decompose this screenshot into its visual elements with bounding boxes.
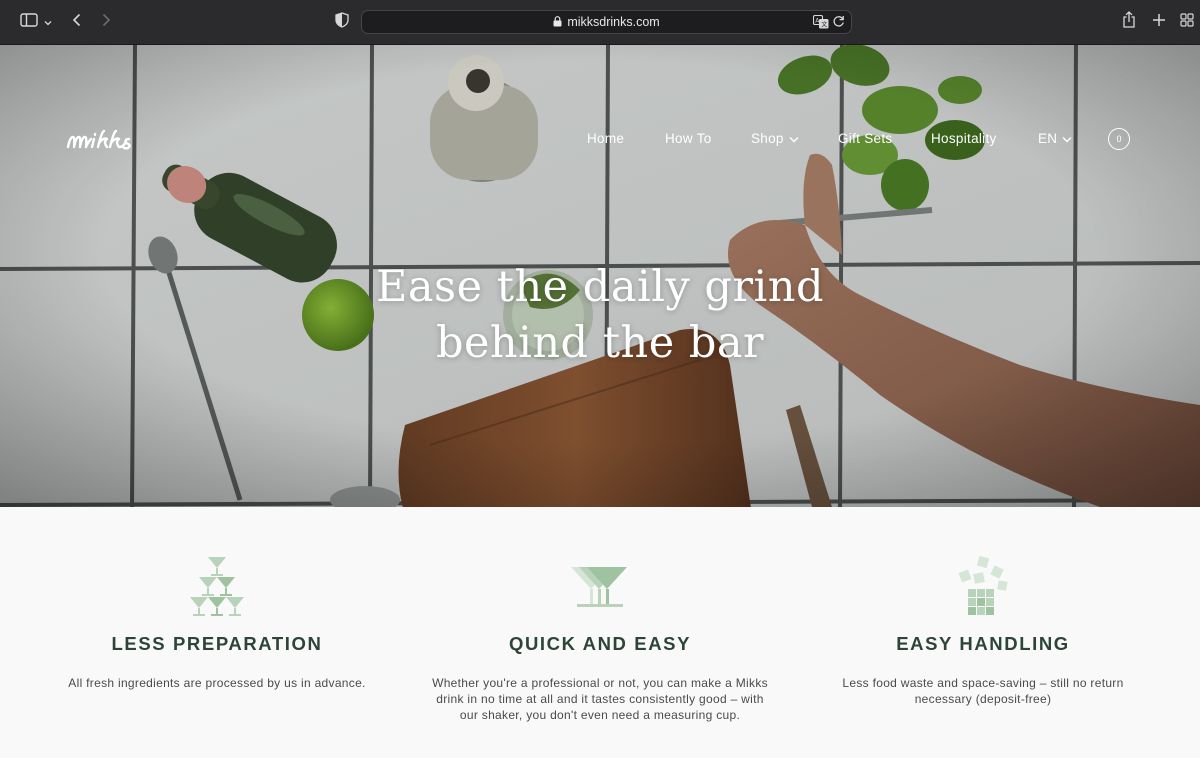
- nav-gift-sets-label: Gift Sets: [838, 131, 893, 146]
- svg-text:文: 文: [821, 21, 827, 29]
- shield-icon: [335, 11, 349, 33]
- hero-title-line-1: Ease the daily grind: [376, 262, 824, 312]
- url-text: mikksdrinks.com: [567, 15, 660, 29]
- chevron-down-icon: [789, 131, 799, 146]
- new-tab-button[interactable]: [1148, 10, 1170, 34]
- back-icon: [72, 13, 82, 32]
- tab-grid-icon: [1180, 12, 1194, 32]
- nav-how-to-label: How To: [665, 131, 712, 146]
- privacy-shield-button[interactable]: [330, 10, 354, 34]
- cart-button[interactable]: 0: [1108, 128, 1130, 150]
- language-selector[interactable]: EN: [1038, 131, 1072, 146]
- feature-title: QUICK AND EASY: [508, 633, 692, 654]
- plus-icon: [1152, 13, 1166, 32]
- address-bar[interactable]: mikksdrinks.com A文: [361, 10, 852, 34]
- translate-icon[interactable]: A文: [812, 14, 829, 34]
- tab-overview-button[interactable]: [1176, 10, 1198, 34]
- url-display: mikksdrinks.com: [362, 15, 851, 30]
- glass-pyramid-icon: [189, 555, 245, 622]
- share-button[interactable]: [1118, 10, 1140, 34]
- nav-home-label: Home: [587, 131, 625, 146]
- sidebar-icon: [20, 12, 38, 32]
- nav-gift-sets[interactable]: Gift Sets: [838, 131, 892, 146]
- chevron-down-icon: [44, 13, 52, 31]
- hero-section: Home How To Shop Gift Sets Hospitality E…: [0, 45, 1200, 507]
- feature-text: Less food waste and space-saving – still…: [842, 676, 1124, 706]
- nav-hospitality-label: Hospitality: [931, 131, 997, 146]
- hero-title-line-2: behind the bar: [435, 318, 765, 368]
- mikks-logo[interactable]: [66, 129, 146, 158]
- mikks-logo-mark: [66, 129, 131, 150]
- back-button[interactable]: [66, 10, 88, 34]
- browser-toolbar: mikksdrinks.com A文: [0, 0, 1200, 45]
- feature-text: All fresh ingredients are processed by u…: [68, 676, 366, 690]
- ice-cubes-icon: [956, 555, 1010, 622]
- features-section: LESS PREPARATION All fresh ingredients a…: [0, 507, 1200, 758]
- lock-icon: [553, 16, 562, 30]
- nav-hospitality[interactable]: Hospitality: [931, 131, 997, 146]
- nav-shop[interactable]: Shop: [751, 131, 799, 146]
- forward-button[interactable]: [95, 10, 117, 34]
- feature-title: LESS PREPARATION: [111, 633, 323, 654]
- nav-shop-label: Shop: [751, 131, 784, 146]
- share-icon: [1122, 11, 1136, 33]
- forward-icon: [101, 13, 111, 32]
- sidebar-toggle-button[interactable]: [16, 10, 56, 34]
- feature-text: Whether you're a professional or not, yo…: [432, 676, 768, 722]
- reload-icon[interactable]: [832, 15, 845, 33]
- nav-home[interactable]: Home: [587, 131, 624, 146]
- cart-count: 0: [1116, 134, 1122, 144]
- chevron-down-icon: [1062, 131, 1072, 146]
- language-label: EN: [1038, 131, 1058, 146]
- hero-title: Ease the daily grind behind the bar: [0, 259, 1200, 371]
- cocktail-glasses-icon: [571, 563, 629, 614]
- feature-title: EASY HANDLING: [896, 633, 1070, 654]
- nav-how-to[interactable]: How To: [665, 131, 712, 146]
